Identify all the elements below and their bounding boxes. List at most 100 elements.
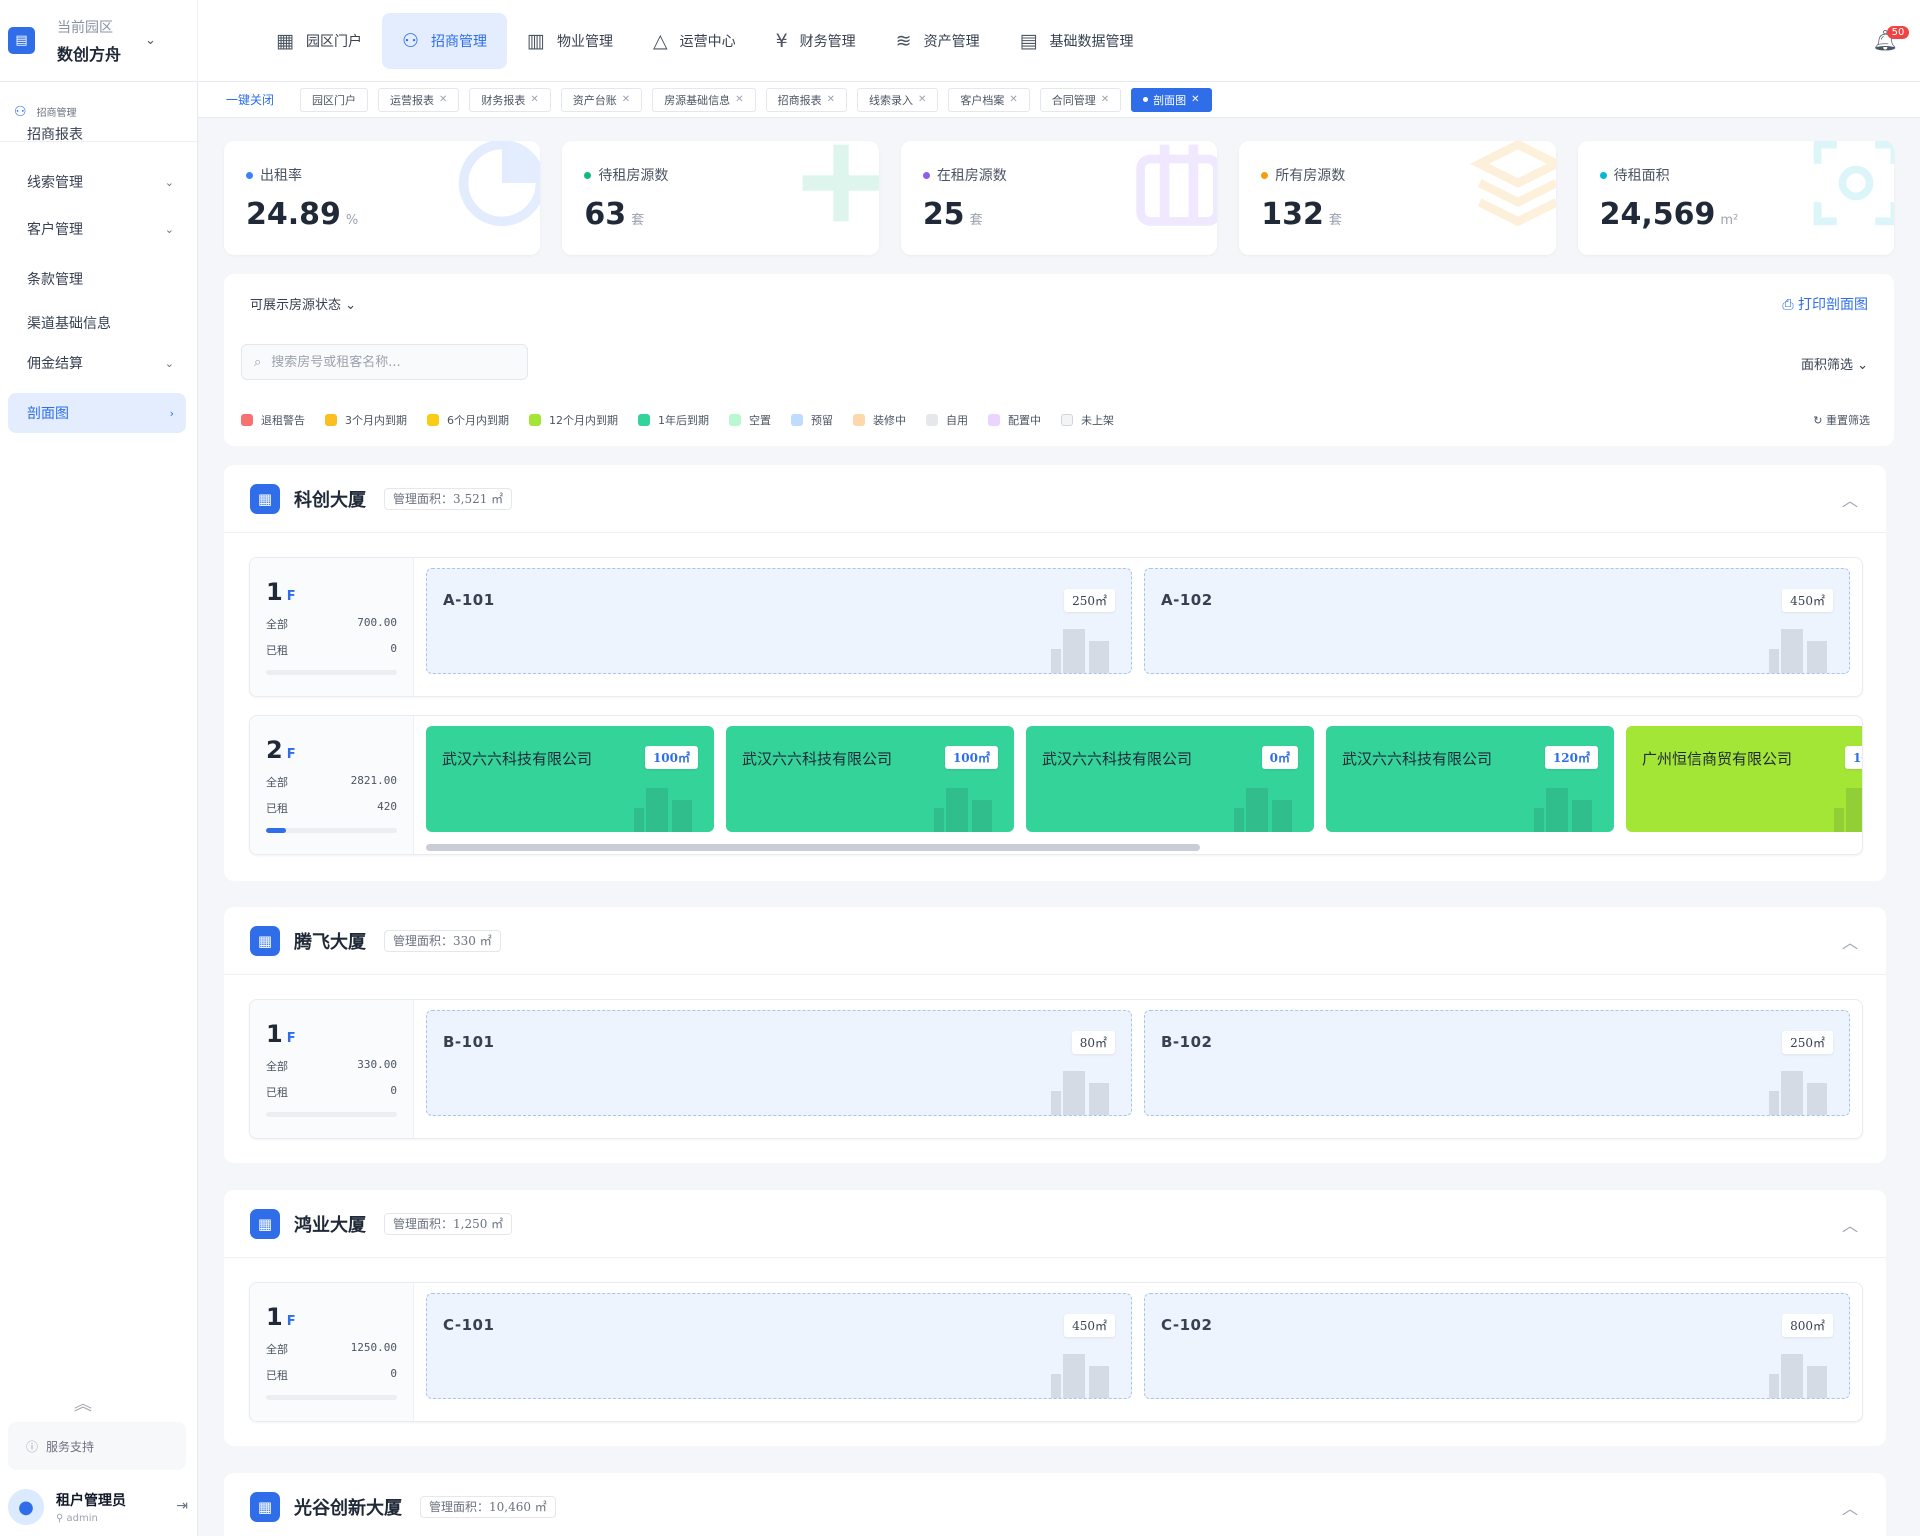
close-icon[interactable]: ✕ (1009, 94, 1017, 105)
tab-6[interactable]: 线索录入 ✕ (856, 87, 939, 112)
legend-item[interactable]: 未上架 (1061, 412, 1114, 428)
sidebar-item[interactable]: 渠道基础信息 (8, 303, 186, 343)
search-input[interactable] (271, 354, 512, 370)
legend-item[interactable]: 装修中 (853, 412, 906, 428)
legend-item[interactable]: 自用 (926, 412, 968, 428)
status-dot-icon (584, 171, 592, 179)
close-icon[interactable]: ✕ (1101, 94, 1109, 105)
tab-1[interactable]: 运营报表 ✕ (378, 87, 460, 112)
legend-item[interactable]: 空置 (729, 412, 771, 428)
room-card[interactable]: 广州恒信商贸有限公司 100㎡ (1626, 726, 1862, 832)
sidebar-item[interactable]: 条款管理 (8, 259, 186, 299)
room-card[interactable]: A-102 450㎡ (1144, 568, 1850, 674)
room-name: A-102 (1161, 591, 1213, 609)
room-card[interactable]: 武汉六六科技有限公司 0㎡ (1026, 726, 1314, 832)
chevron-up-icon[interactable]: ︿ (1842, 929, 1858, 953)
legend-item[interactable]: 1年后到期 (638, 412, 709, 428)
nav-item-triangle[interactable]: △ 运营中心 (633, 13, 756, 69)
tab-2[interactable]: 财务报表 ✕ (469, 87, 551, 112)
sidebar-item[interactable]: 剖面图 › (8, 393, 186, 433)
room-status-dropdown[interactable]: 可展示房源状态 ⌄ (250, 294, 356, 313)
stat-unit: % (345, 213, 359, 228)
nav-item-yen[interactable]: ¥ 财务管理 (756, 13, 876, 69)
chevron-up-icon[interactable]: ︿ (1842, 1212, 1858, 1236)
close-icon[interactable]: ✕ (735, 94, 743, 105)
sidebar-item-label: 渠道基础信息 (27, 316, 111, 332)
close-icon[interactable]: ✕ (622, 94, 630, 105)
room-name: C-102 (1161, 1316, 1213, 1334)
legend-item[interactable]: 3个月内到期 (325, 412, 407, 428)
sidebar-item[interactable]: 招商报表 (8, 114, 186, 154)
room-name: 武汉六六科技有限公司 (1042, 750, 1193, 768)
tab-8[interactable]: 合同管理 ✕ (1039, 87, 1122, 112)
building-icon: ▦ (250, 1491, 280, 1522)
legend-swatch (241, 414, 253, 426)
nav-item-database[interactable]: ▤ 基础数据管理 (1000, 13, 1154, 69)
horizontal-scrollbar[interactable] (426, 844, 1200, 851)
sidebar-item[interactable]: 客户管理 ⌄ (8, 209, 186, 249)
area-filter-dropdown[interactable]: 面积筛选 ⌄ (1801, 354, 1868, 373)
sidebar-item[interactable]: 线索管理 ⌄ (8, 162, 186, 202)
room-card[interactable]: 武汉六六科技有限公司 100㎡ (726, 726, 1014, 832)
room-card[interactable]: C-101 450㎡ (426, 1293, 1132, 1399)
building-name: 光谷创新大厦 (294, 1497, 402, 1519)
close-icon[interactable]: ✕ (827, 94, 835, 105)
room-area-badge: 100㎡ (1844, 746, 1862, 769)
tab-0[interactable]: 园区门户 (300, 87, 369, 112)
chevron-up-icon[interactable]: ︿ (1842, 487, 1858, 511)
building-header[interactable]: ▦ 鸿业大厦 管理面积：1,250 ㎡ ︿ (224, 1190, 1886, 1258)
room-card[interactable]: B-101 80㎡ (426, 1010, 1132, 1116)
notification-bell[interactable]: 🔔︎ 50 (1873, 26, 1910, 52)
room-card[interactable]: 武汉六六科技有限公司 120㎡ (1326, 726, 1614, 832)
building-header[interactable]: ▦ 光谷创新大厦 管理面积：10,460 ㎡ ︿ (224, 1473, 1886, 1536)
database-icon: ▤ (1019, 30, 1038, 52)
reset-filter-button[interactable]: ↻ 重置筛选 (1813, 412, 1870, 428)
nav-item-label: 财务管理 (799, 34, 856, 50)
legend-item[interactable]: 12个月内到期 (529, 412, 618, 428)
legend-item[interactable]: 6个月内到期 (427, 412, 509, 428)
tab-9[interactable]: 剖面图 ✕ (1131, 87, 1212, 112)
nav-item-building-chart[interactable]: ▥ 物业管理 (507, 13, 633, 69)
legend-item[interactable]: 配置中 (988, 412, 1041, 428)
close-icon[interactable]: ✕ (918, 94, 926, 105)
close-icon[interactable]: ✕ (530, 94, 538, 105)
room-card[interactable]: 武汉六六科技有限公司 100㎡ (426, 726, 714, 832)
user-profile[interactable]: ● 租户管理员 ⚲ admin ⇥ (0, 1478, 198, 1536)
room-card[interactable]: C-102 800㎡ (1144, 1293, 1850, 1399)
legend-label: 退租警告 (261, 414, 305, 427)
room-card[interactable]: B-102 250㎡ (1144, 1010, 1850, 1116)
legend-swatch (853, 414, 865, 426)
search-box[interactable]: ⌕ (241, 344, 528, 380)
building-header[interactable]: ▦ 腾飞大厦 管理面积：330 ㎡ ︿ (224, 907, 1886, 975)
floor-leased-label: 已租 (266, 644, 288, 657)
floor-suffix: F (286, 747, 296, 762)
legend-item[interactable]: 退租警告 (241, 412, 305, 428)
print-section-button[interactable]: ⎙ 打印剖面图 (1782, 294, 1868, 314)
chevron-right-icon: › (169, 406, 174, 420)
nav-item-grid[interactable]: ▦ 园区门户 (256, 13, 382, 69)
building-header[interactable]: ▦ 科创大厦 管理面积：3,521 ㎡ ︿ (224, 465, 1886, 533)
nav-item-users[interactable]: ⚇ 招商管理 (381, 13, 507, 69)
service-support-button[interactable]: ⓘ 服务支持 (8, 1422, 186, 1470)
close-all-tabs-button[interactable]: 一键关闭 (226, 91, 274, 108)
legend-swatch (988, 414, 1000, 426)
sidebar-item[interactable]: 佣金结算 ⌄ (8, 343, 186, 383)
park-switcher[interactable]: ▤ 当前园区 数创方舟 ⌄ (0, 0, 198, 82)
building-chart-icon: ▥ (527, 30, 545, 52)
floor-total-value: 700.00 (357, 616, 397, 629)
close-icon[interactable]: ✕ (1191, 94, 1199, 105)
logout-icon[interactable]: ⇥ (176, 1498, 188, 1514)
floor-info: 1 F 全部 330.00 已租 0 (250, 1000, 414, 1138)
tab-5[interactable]: 招商报表 ✕ (765, 87, 847, 112)
tab-4[interactable]: 房源基础信息 ✕ (652, 87, 756, 112)
chevron-down-icon: ⌄ (145, 33, 156, 48)
close-icon[interactable]: ✕ (439, 94, 447, 105)
floor-total-label: 全部 (266, 1060, 288, 1073)
room-card[interactable]: A-101 250㎡ (426, 568, 1132, 674)
collapse-up-icon[interactable]: ︽ (74, 1390, 92, 1416)
chevron-up-icon[interactable]: ︿ (1842, 1495, 1858, 1519)
tab-7[interactable]: 客户档案 ✕ (948, 87, 1030, 112)
legend-item[interactable]: 预留 (791, 412, 833, 428)
nav-item-layers[interactable]: ≋ 资产管理 (876, 13, 1000, 69)
tab-3[interactable]: 资产台账 ✕ (560, 87, 643, 112)
